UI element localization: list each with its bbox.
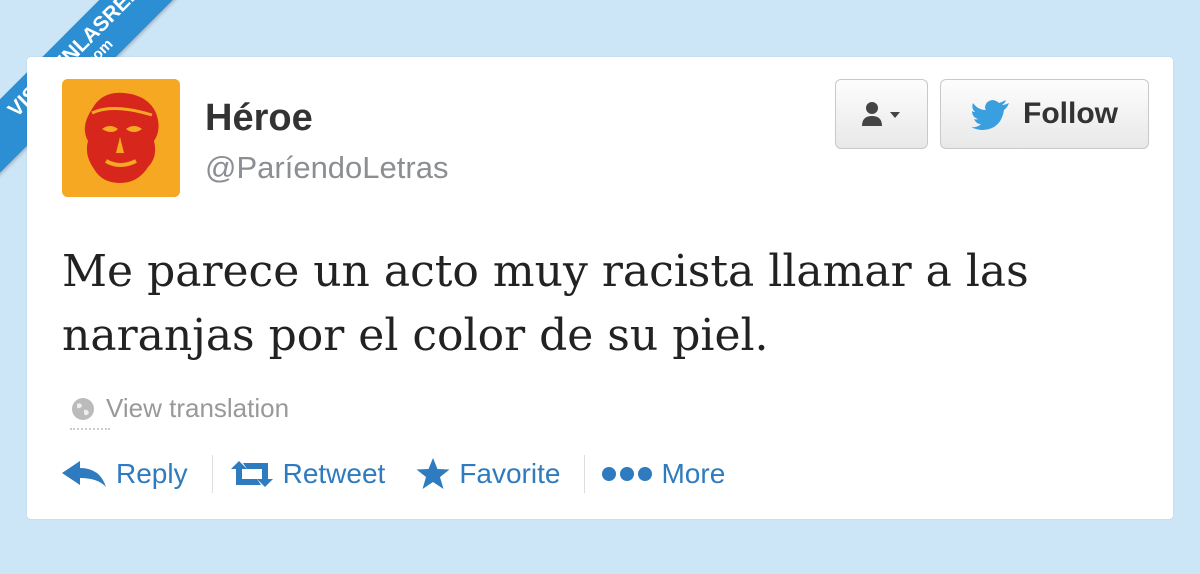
reply-button[interactable]: Reply	[62, 458, 188, 490]
twitter-bird-icon	[971, 100, 1009, 130]
reply-label: Reply	[116, 458, 188, 489]
retweet-button[interactable]: Retweet	[229, 458, 386, 490]
tweet-actions: Reply Retweet Favorite More	[62, 455, 725, 493]
globe-icon	[72, 397, 94, 420]
avatar[interactable]	[62, 79, 180, 197]
user-actions-button[interactable]	[835, 79, 928, 149]
star-icon	[416, 458, 450, 489]
divider	[211, 455, 213, 493]
divider	[584, 455, 586, 493]
divider	[70, 428, 110, 430]
follow-button[interactable]: Follow	[940, 79, 1149, 149]
favorite-button[interactable]: Favorite	[415, 457, 560, 491]
retweet-icon	[230, 461, 273, 487]
view-translation-link[interactable]: View translation	[70, 393, 289, 424]
more-button[interactable]: More	[601, 458, 725, 490]
view-translation-label: View translation	[106, 393, 290, 423]
tweet-text: Me parece un acto muy racista llamar a l…	[62, 246, 1029, 361]
user-handle[interactable]: @ParíendoLetras	[205, 150, 448, 186]
chevron-down-icon	[889, 112, 900, 118]
reply-icon	[62, 461, 106, 487]
favorite-label: Favorite	[459, 458, 561, 489]
avatar-face-icon	[62, 79, 180, 197]
retweet-label: Retweet	[282, 458, 386, 489]
more-label: More	[661, 458, 726, 489]
user-icon	[861, 102, 900, 126]
more-dots-icon	[602, 467, 653, 481]
follow-label: Follow	[1023, 97, 1118, 130]
display-name[interactable]: Héroe	[205, 97, 313, 140]
